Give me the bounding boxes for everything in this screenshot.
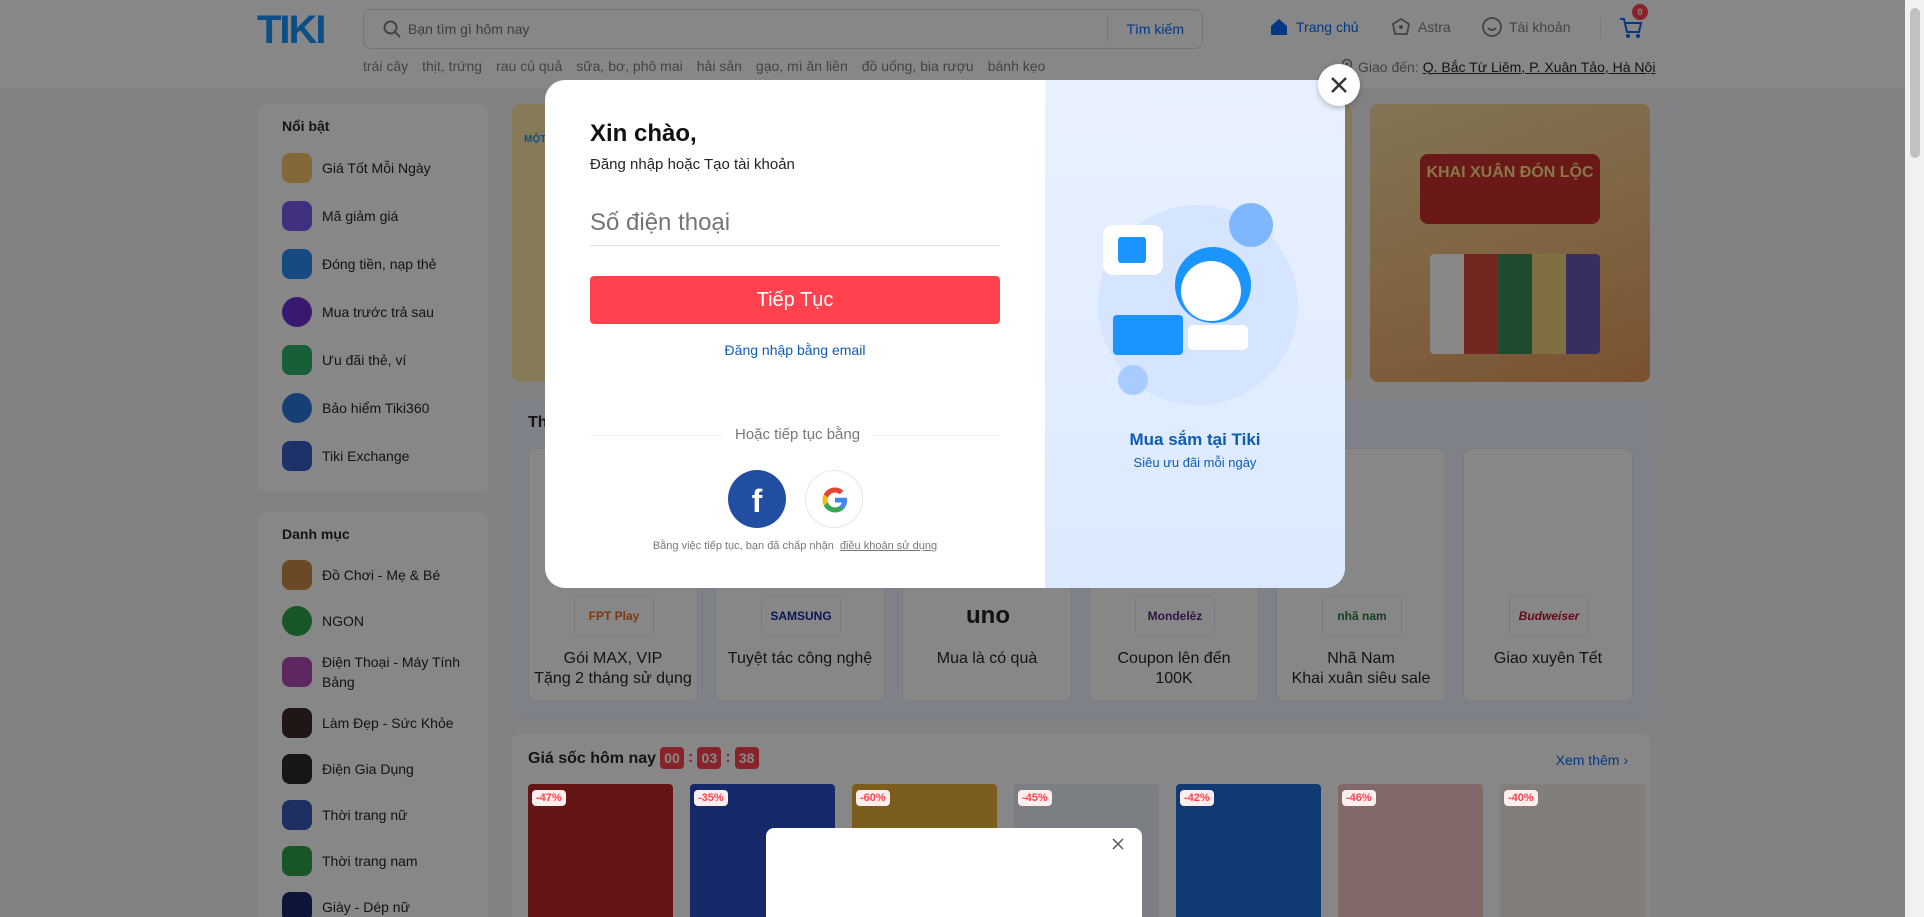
- discount-badge: -60%: [856, 790, 890, 806]
- discount-badge: -35%: [694, 790, 728, 806]
- login-subtitle: Đăng nhập hoặc Tạo tài khoản: [590, 156, 795, 173]
- google-icon: [822, 487, 847, 513]
- facebook-login-button[interactable]: f: [728, 470, 786, 528]
- discount-badge: -45%: [1018, 790, 1052, 806]
- phone-input[interactable]: [590, 203, 1000, 246]
- email-login-link[interactable]: Đăng nhập bằng email: [590, 342, 1000, 358]
- close-icon: [1331, 77, 1347, 93]
- login-form: Xin chào, Đăng nhập hoặc Tạo tài khoản T…: [545, 80, 1045, 588]
- discount-badge: -46%: [1342, 790, 1376, 806]
- page-scrollbar[interactable]: [1905, 0, 1924, 917]
- promo-title: Mua sắm tại Tiki: [1129, 430, 1261, 449]
- greeting: Xin chào,: [590, 120, 697, 147]
- login-modal: Xin chào, Đăng nhập hoặc Tạo tài khoản T…: [545, 80, 1345, 588]
- ad-close-button[interactable]: [1110, 836, 1126, 852]
- close-icon: [1112, 838, 1124, 850]
- or-continue-text: Hoặc tiếp tục bằng: [723, 426, 873, 443]
- close-modal-button[interactable]: [1318, 64, 1360, 106]
- discount-badge: -47%: [532, 790, 566, 806]
- discount-badge: -40%: [1504, 790, 1538, 806]
- facebook-icon: f: [751, 483, 763, 519]
- google-login-button[interactable]: [805, 470, 863, 528]
- scrollbar-thumb[interactable]: [1910, 8, 1920, 158]
- terms-text: Bằng việc tiếp tục, bạn đã chấp nhận điều…: [545, 540, 1045, 552]
- ad-popup: [766, 828, 1142, 917]
- discount-badge: -42%: [1180, 790, 1214, 806]
- terms-prefix: Bằng việc tiếp tục, bạn đã chấp nhận: [652, 540, 834, 552]
- shopping-illustration: [1098, 203, 1298, 405]
- promo-panel: Mua sắm tại Tiki Siêu ưu đãi mỗi ngày: [1045, 80, 1345, 588]
- continue-button[interactable]: Tiếp Tục: [590, 276, 1000, 324]
- promo-subtitle: Siêu ưu đãi mỗi ngày: [1133, 455, 1257, 470]
- terms-link[interactable]: điều khoản sử dụng: [840, 540, 937, 552]
